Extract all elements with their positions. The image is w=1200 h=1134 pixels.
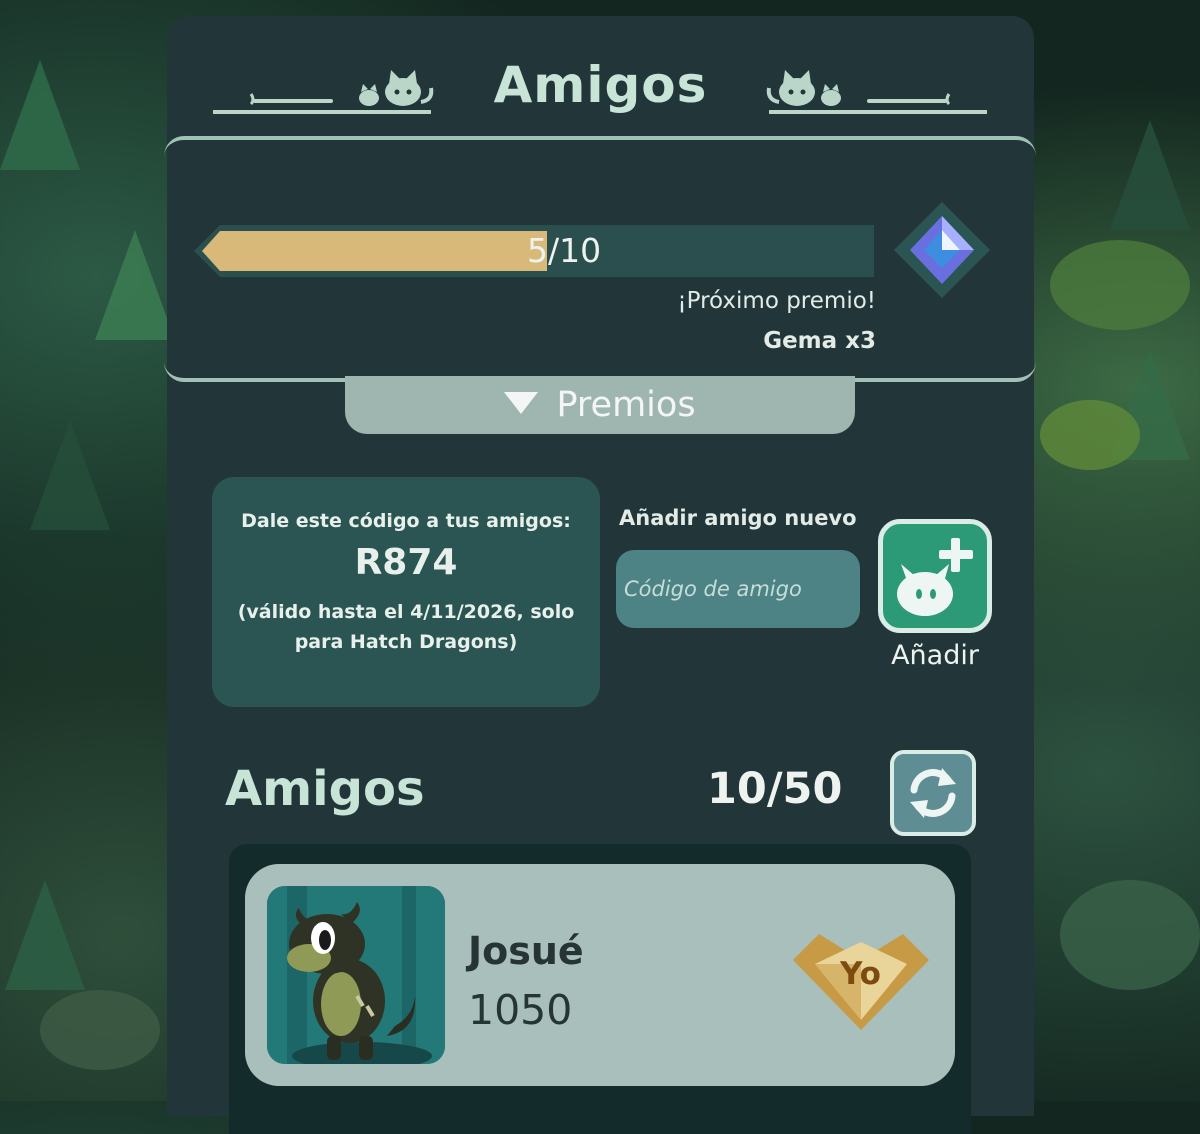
refresh-button[interactable] <box>890 750 976 836</box>
triangle-down-icon <box>504 392 539 414</box>
list-item[interactable]: Josué 1050 Yo <box>245 864 955 1086</box>
friend-code-input[interactable] <box>616 550 860 628</box>
cats-decoration-right-icon <box>766 70 987 114</box>
next-reward-label: ¡Próximo premio! <box>677 288 876 314</box>
code-validity: (válido hasta el 4/11/2026, solo para Ha… <box>237 601 575 653</box>
gem-icon <box>894 202 990 298</box>
progress-fill <box>202 231 547 271</box>
next-reward-value: Gema x3 <box>763 328 876 354</box>
friend-score: 1050 <box>468 986 573 1034</box>
dragon-avatar-icon <box>267 886 445 1064</box>
add-friend-label: Añadir amigo nuevo <box>619 506 857 530</box>
friend-code: R874 <box>354 542 458 583</box>
progress-bar: 5/10 <box>194 225 874 277</box>
self-badge: Yo <box>793 934 929 1030</box>
refresh-icon <box>910 768 956 818</box>
add-friend-button[interactable] <box>878 519 992 633</box>
add-button-label: Añadir <box>891 640 979 671</box>
progress-label: 5/10 <box>527 231 602 270</box>
avatar <box>267 886 445 1064</box>
premios-label: Premios <box>556 385 696 425</box>
share-code-card: Dale este código a tus amigos: R874 (vál… <box>212 477 600 707</box>
title-row: Amigos <box>167 56 1034 136</box>
share-code-intro: Dale este código a tus amigos: <box>241 510 571 532</box>
cat-plus-icon <box>897 538 973 616</box>
reward-progress-card: 5/10 ¡Próximo premio! Gema x3 <box>164 136 1036 382</box>
friend-name: Josué <box>468 929 584 973</box>
premios-button[interactable]: Premios <box>345 376 855 434</box>
self-badge-label: Yo <box>840 956 881 992</box>
friends-count: 10/50 <box>707 764 843 814</box>
friends-panel: Amigos 5/10 ¡Próximo premio! Gema x3 Pre… <box>164 16 1036 1134</box>
friends-section-title: Amigos <box>225 761 425 817</box>
